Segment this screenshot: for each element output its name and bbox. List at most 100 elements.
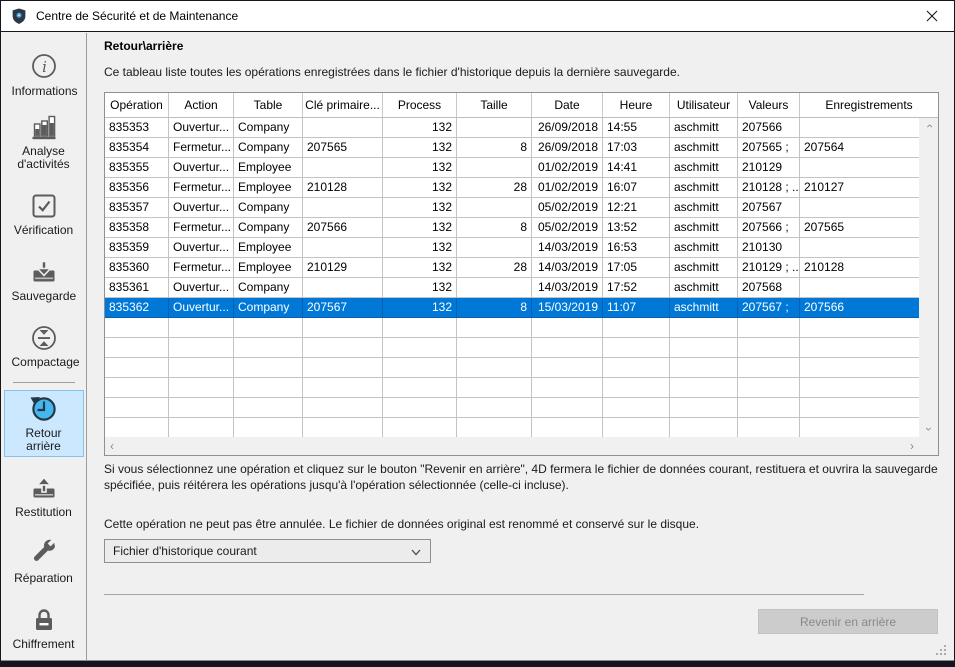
table-row[interactable]: 835361Ouvertur...Company13214/03/201917:…: [105, 278, 919, 298]
table-row-empty: [105, 378, 919, 398]
table-cell: [457, 198, 532, 217]
sidebar-item-restitution[interactable]: Restitution: [4, 463, 84, 523]
table-cell: 132: [383, 118, 457, 137]
table-cell: 17:52: [603, 278, 670, 297]
column-header-date[interactable]: Date: [532, 93, 603, 117]
table-cell: aschmitt: [670, 298, 738, 317]
resize-grip-icon[interactable]: [936, 643, 947, 654]
table-cell: [670, 338, 738, 357]
table-cell: [738, 378, 800, 397]
table-cell: 132: [383, 218, 457, 237]
table-cell: [169, 338, 234, 357]
table-row[interactable]: 835357Ouvertur...Company13205/02/201912:…: [105, 198, 919, 218]
table-cell: [383, 358, 457, 377]
table-row[interactable]: 835354Fermetur...Company207565132826/09/…: [105, 138, 919, 158]
table-cell: [169, 318, 234, 337]
column-header-cl-primaire-[interactable]: Clé primaire...: [303, 93, 383, 117]
sidebar-item-informations[interactable]: iInformations: [4, 42, 84, 102]
table-cell: 207565: [303, 138, 383, 157]
svg-text:i: i: [42, 58, 47, 76]
table-row[interactable]: 835353Ouvertur...Company13226/09/201814:…: [105, 118, 919, 138]
table-cell: Company: [234, 218, 303, 237]
table-row-empty: [105, 418, 919, 437]
log-file-dropdown[interactable]: Fichier d'historique courant: [104, 539, 431, 563]
table-cell: 14/03/2019: [532, 238, 603, 257]
sidebar-item-sauvegarde[interactable]: Sauvegarde: [4, 247, 84, 307]
table-cell: Ouvertur...: [169, 278, 234, 297]
table-cell: 15/03/2019: [532, 298, 603, 317]
encryption-lock-icon: [29, 605, 59, 635]
scroll-right-icon[interactable]: ›: [910, 441, 914, 451]
table-cell: 835354: [105, 138, 169, 157]
table-cell: [234, 398, 303, 417]
table-cell: [303, 418, 383, 437]
sidebar-item-label: Chiffrement: [13, 638, 75, 651]
table-cell: [800, 318, 919, 337]
table-row[interactable]: 835359Ouvertur...Employee13214/03/201916…: [105, 238, 919, 258]
table-cell: 207566 ;: [738, 218, 800, 237]
table-body: 835353Ouvertur...Company13226/09/201814:…: [105, 118, 919, 437]
table-cell: [303, 158, 383, 177]
table-cell: [800, 378, 919, 397]
column-header-op-ration[interactable]: Opération: [105, 93, 169, 117]
table-cell: 210128 ; ...: [738, 178, 800, 197]
window-bottom-edge: [1, 660, 954, 666]
table-cell: 8: [457, 138, 532, 157]
vertical-scrollbar[interactable]: › ›: [919, 118, 938, 437]
table-cell: [800, 158, 919, 177]
sidebar-item-chiffrement[interactable]: Chiffrement: [4, 595, 84, 655]
table-cell: [800, 338, 919, 357]
sidebar-item-label: Réparation: [14, 572, 73, 585]
table-cell: 8: [457, 298, 532, 317]
sidebar-item-reparation[interactable]: Réparation: [4, 529, 84, 589]
column-header-taille[interactable]: Taille: [457, 93, 532, 117]
column-header-process[interactable]: Process: [383, 93, 457, 117]
table-cell: [303, 238, 383, 257]
column-header-table[interactable]: Table: [234, 93, 303, 117]
revert-button[interactable]: Revenir en arrière: [758, 609, 938, 634]
scroll-down-icon[interactable]: ›: [924, 427, 934, 431]
verification-check-icon: [29, 191, 59, 221]
scrollbar-corner: [919, 437, 938, 455]
table-row[interactable]: 835355Ouvertur...Employee13201/02/201914…: [105, 158, 919, 178]
table-cell: 207565 ;: [738, 138, 800, 157]
table-cell: 17:05: [603, 258, 670, 277]
table-cell: 12:21: [603, 198, 670, 217]
table-cell: [383, 318, 457, 337]
table-cell: [800, 278, 919, 297]
table-cell: [303, 378, 383, 397]
table-cell: [738, 318, 800, 337]
table-cell: 210127: [800, 178, 919, 197]
table-cell: 835355: [105, 158, 169, 177]
table-cell: Company: [234, 138, 303, 157]
column-header-heure[interactable]: Heure: [603, 93, 670, 117]
window-title: Centre de Sécurité et de Maintenance: [36, 9, 238, 23]
column-header-utilisateur[interactable]: Utilisateur: [670, 93, 738, 117]
sidebar-item-analyse-activites[interactable]: Analyse d'activités: [4, 108, 84, 175]
activity-bar-chart-icon: [29, 112, 59, 142]
table-cell: Employee: [234, 158, 303, 177]
table-row[interactable]: 835356Fermetur...Employee2101281322801/0…: [105, 178, 919, 198]
table-cell: Ouvertur...: [169, 118, 234, 137]
sidebar-item-retour-arriere[interactable]: Retour arrière: [4, 390, 84, 457]
table-row[interactable]: 835358Fermetur...Company207566132805/02/…: [105, 218, 919, 238]
sidebar-item-compactage[interactable]: Compactage: [4, 313, 84, 373]
scroll-up-icon[interactable]: ›: [924, 124, 934, 128]
sidebar-item-verification[interactable]: Vérification: [4, 181, 84, 241]
table-cell: aschmitt: [670, 258, 738, 277]
horizontal-scrollbar[interactable]: ‹ ›: [105, 437, 919, 455]
column-header-valeurs[interactable]: Valeurs: [738, 93, 800, 117]
column-header-action[interactable]: Action: [169, 93, 234, 117]
table-cell: 207566: [800, 298, 919, 317]
column-header-enregistrements[interactable]: Enregistrements: [800, 93, 938, 117]
scroll-left-icon[interactable]: ‹: [110, 441, 114, 451]
table-row-empty: [105, 318, 919, 338]
table-cell: [303, 278, 383, 297]
table-row[interactable]: 835360Fermetur...Employee2101291322814/0…: [105, 258, 919, 278]
table-cell: aschmitt: [670, 118, 738, 137]
table-row[interactable]: 835362Ouvertur...Company207567132815/03/…: [105, 298, 919, 318]
close-button[interactable]: [909, 1, 954, 31]
table-cell: [457, 118, 532, 137]
table-cell: Company: [234, 298, 303, 317]
table-cell: 835362: [105, 298, 169, 317]
